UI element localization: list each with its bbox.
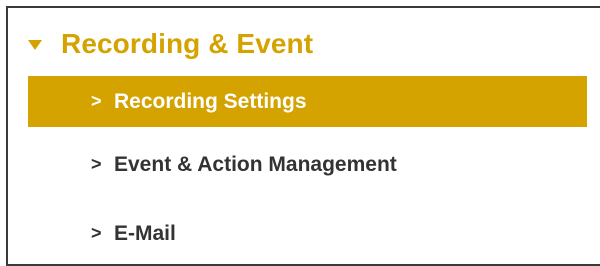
menu-item-label: Recording Settings (114, 89, 307, 113)
chevron-right-icon: > (91, 91, 102, 111)
recording-event-section-header[interactable]: Recording & Event (28, 24, 313, 64)
menu-item-label: Event & Action Management (114, 152, 397, 176)
chevron-right-icon: > (91, 154, 102, 174)
triangle-down-icon[interactable] (28, 40, 42, 50)
chevron-right-icon: > (91, 223, 102, 243)
menu-item-label: E-Mail (114, 221, 176, 245)
menu-item-event-action-management[interactable]: > Event & Action Management (28, 139, 587, 190)
menu-item-email[interactable]: > E-Mail (28, 208, 587, 259)
section-title: Recording & Event (61, 28, 314, 59)
menu-item-recording-settings[interactable]: > Recording Settings (28, 76, 587, 127)
